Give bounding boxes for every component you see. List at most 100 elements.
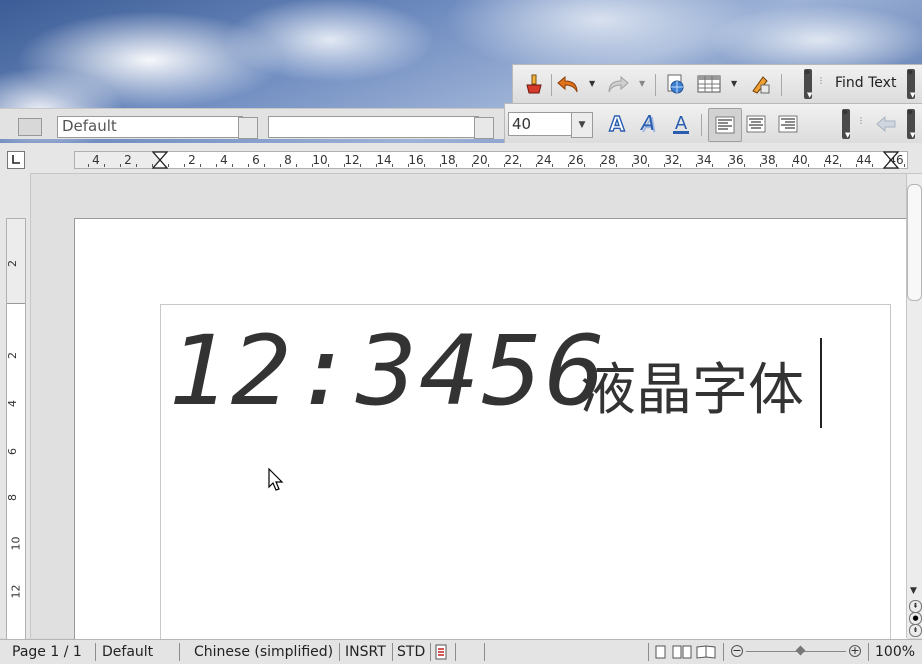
page-style[interactable]: Default — [102, 644, 153, 660]
zoom-percent[interactable]: 100% — [875, 644, 915, 660]
align-center-icon — [746, 115, 766, 133]
ruler-label: 22 — [504, 153, 520, 167]
left-indent-marker[interactable] — [151, 151, 169, 173]
shadow-button[interactable]: A A — [636, 111, 662, 137]
selection-mode[interactable]: STD — [397, 644, 425, 660]
align-center-button[interactable] — [743, 111, 769, 137]
styles-icon[interactable] — [18, 118, 42, 136]
vertical-ruler[interactable]: 2 2 4 6 8 10 12 — [6, 218, 26, 640]
scrollbar-thumb[interactable] — [907, 184, 922, 301]
draw-functions-icon — [752, 76, 770, 94]
ruler-tick — [136, 164, 137, 167]
ruler-label: 28 — [600, 153, 616, 167]
zoom-slider-thumb[interactable] — [795, 645, 806, 656]
ruler-label: 24 — [536, 153, 552, 167]
page-count[interactable]: Page 1 / 1 — [12, 644, 82, 660]
ruler-tick — [296, 164, 297, 167]
ruler-tick — [200, 164, 201, 167]
chevron-double-right-icon[interactable]: » — [907, 107, 913, 118]
chevron-double-right-icon[interactable]: » — [804, 67, 810, 78]
ruler-label: 44 — [856, 153, 872, 167]
undo-button[interactable] — [555, 71, 581, 97]
redo-dropdown-icon[interactable]: ▼ — [639, 79, 645, 88]
ruler-tick — [232, 164, 233, 167]
ruler-tick — [712, 164, 713, 167]
tab-stop-selector[interactable] — [7, 151, 25, 169]
ruler-tick — [488, 164, 489, 167]
paragraph-style-value: Default — [62, 117, 117, 135]
ruler-label: 6 — [252, 153, 260, 167]
ruler-tick — [264, 164, 265, 167]
globe-icon — [667, 74, 684, 94]
table-dropdown-icon[interactable]: ▼ — [731, 79, 737, 88]
clone-formatting-button[interactable] — [521, 71, 547, 97]
ruler-label: 20 — [472, 153, 488, 167]
ruler-tick — [840, 164, 841, 167]
document-modified-icon[interactable] — [435, 644, 447, 664]
chevron-down-icon: ▼ — [910, 131, 916, 139]
horizontal-ruler[interactable]: 4 2 2 4 6 8 10 12 14 16 18 20 22 24 26 28 30 32 34 36 38 40 42… — [74, 151, 908, 169]
chevron-down-icon: ▼ — [910, 91, 916, 99]
zoom-in-icon[interactable]: + — [849, 645, 861, 657]
ruler-label: 12 — [9, 584, 23, 599]
ruler-tick — [248, 164, 249, 167]
font-color-button[interactable]: A — [668, 111, 694, 137]
show-draw-functions-button[interactable] — [747, 71, 773, 97]
font-size-dropdown[interactable]: ▼ — [571, 112, 593, 138]
ruler-label: 36 — [728, 153, 744, 167]
ruler-label: 26 — [568, 153, 584, 167]
ruler-tick — [120, 164, 121, 167]
find-text-label[interactable]: Find Text — [835, 75, 896, 91]
align-left-button[interactable] — [708, 108, 742, 142]
ruler-label: 32 — [664, 153, 680, 167]
paragraph-style-dropdown[interactable] — [238, 117, 258, 139]
scroll-down-icon[interactable]: ▼ — [910, 586, 917, 596]
book-view-icon[interactable] — [696, 645, 716, 663]
chevron-down-icon: ▼ — [807, 91, 813, 99]
table-icon — [697, 75, 721, 93]
align-right-button[interactable] — [775, 111, 801, 137]
cjk-text[interactable]: 液晶字体 — [580, 358, 804, 424]
insert-mode[interactable]: INSRT — [345, 644, 386, 660]
table-button[interactable] — [695, 71, 723, 97]
font-color-icon: A — [673, 113, 689, 134]
back-button[interactable] — [873, 111, 899, 137]
chevron-double-right-icon[interactable]: » — [842, 107, 848, 118]
language[interactable]: Chinese (simplified) — [194, 644, 333, 660]
chevron-down-icon: ▼ — [845, 131, 851, 139]
ruler-tick — [392, 164, 393, 167]
right-indent-marker[interactable] — [882, 151, 900, 173]
ruler-tick — [776, 164, 777, 167]
indent-hourglass-icon — [151, 151, 169, 169]
multi-page-view-icon[interactable] — [672, 645, 692, 663]
ruler-tick — [184, 164, 185, 167]
undo-dropdown-icon[interactable]: ▼ — [589, 79, 595, 88]
arrow-left-icon — [876, 115, 896, 133]
font-size-field[interactable]: 40 — [508, 112, 575, 136]
lcd-digits-text[interactable]: 12:3456 — [168, 323, 608, 419]
paragraph-style-box[interactable]: Default — [57, 116, 243, 138]
zoom-out-icon[interactable]: − — [731, 645, 743, 657]
single-page-view-icon[interactable] — [655, 645, 666, 663]
ruler-label: 2 — [188, 153, 196, 167]
ruler-tick — [104, 164, 105, 167]
ruler-tick — [808, 164, 809, 167]
ruler-tick — [520, 164, 521, 167]
ruler-tick — [872, 164, 873, 167]
hyperlink-button[interactable] — [663, 71, 689, 97]
outline-button[interactable]: A — [604, 111, 630, 137]
ruler-label: 2 — [6, 260, 19, 267]
chevron-double-right-icon[interactable]: » — [907, 67, 913, 78]
formatting-toolbar: 40 ▼ A A A A » ▼ ⋮ » ▼ — [504, 103, 922, 145]
ruler-tick — [360, 164, 361, 167]
zoom-slider[interactable] — [746, 645, 846, 656]
ruler-tick — [552, 164, 553, 167]
redo-button[interactable] — [605, 71, 631, 97]
ruler-tick — [216, 164, 217, 167]
align-left-icon — [715, 116, 735, 134]
ruler-tick — [328, 164, 329, 167]
font-name-box[interactable] — [268, 116, 479, 138]
ruler-tick — [584, 164, 585, 167]
next-page-icon[interactable]: ⇟ — [909, 624, 922, 637]
font-name-dropdown[interactable] — [474, 117, 494, 139]
